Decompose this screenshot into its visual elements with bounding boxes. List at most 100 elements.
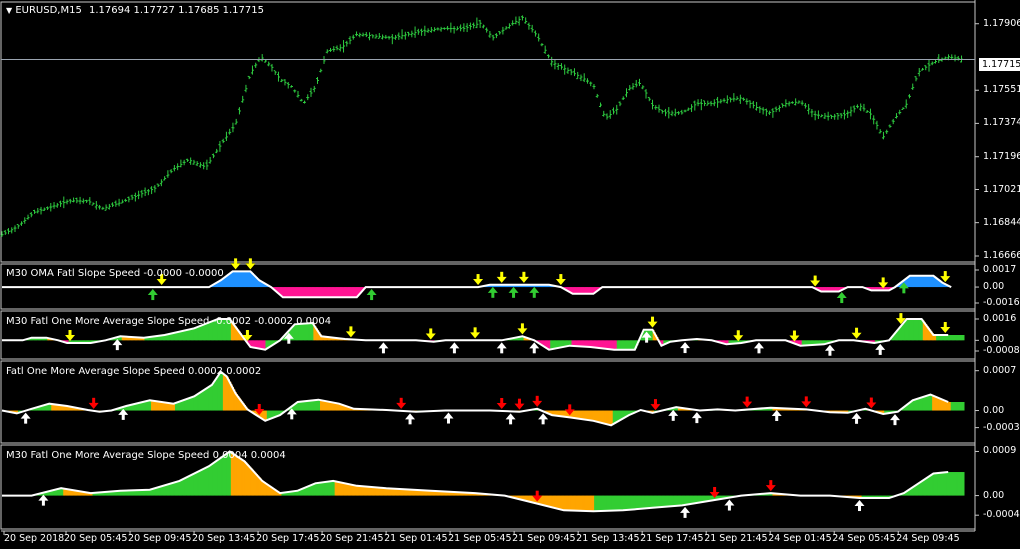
oma-pane-title: M30 OMA Fatl Slope Speed -0.0000 -0.0000: [6, 268, 224, 279]
arrow-up-stem: [41, 499, 45, 506]
indicator-y-tick-label: -0.0004: [983, 509, 1020, 521]
current-price-label: 1.17715: [979, 58, 1020, 71]
arrow-up-stem: [532, 291, 536, 298]
chart-window[interactable]: ▼ EURUSD,M15 1.17694 1.17727 1.17685 1.1…: [0, 0, 1020, 549]
main-y-tick-label: 1.17374: [983, 117, 1020, 129]
arrow-up-stem: [645, 336, 649, 343]
histogram-bar: [962, 402, 965, 411]
x-tick-label: 24 Sep 01:45: [768, 533, 832, 544]
arrow-up-stem: [512, 291, 516, 298]
arrow-down-icon: [555, 279, 566, 286]
arrow-up-stem: [452, 347, 456, 354]
x-tick-label: 20 Sep 2018: [4, 533, 65, 544]
arrow-down-icon: [532, 400, 543, 407]
indicator-y-tick-label: -0.0008: [983, 345, 1020, 356]
m30-fatl-2-pane-title: M30 Fatl One More Average Slope Speed 0.…: [6, 450, 286, 461]
x-tick-label: 21 Sep 01:45: [384, 533, 448, 544]
arrow-down-icon: [765, 485, 776, 492]
histogram-bar: [962, 335, 965, 341]
arrow-up-stem: [381, 347, 385, 354]
dropdown-triangle-icon[interactable]: ▼: [6, 6, 12, 15]
indicator-y-tick-label: 0.00: [983, 334, 1005, 346]
arrow-down-icon: [801, 401, 812, 408]
x-tick-label: 21 Sep 09:45: [512, 533, 576, 544]
arrow-up-stem: [370, 294, 374, 301]
indicator-y-tick-label: -0.0003: [983, 421, 1020, 433]
arrow-down-icon: [650, 404, 661, 411]
arrow-up-stem: [24, 417, 28, 424]
main-y-tick-label: 1.16666: [983, 250, 1020, 261]
arrow-up-stem: [121, 413, 125, 420]
arrow-down-icon: [866, 402, 877, 409]
arrow-down-icon: [496, 276, 507, 283]
x-tick-label: 20 Sep 05:45: [64, 533, 128, 544]
x-tick-label: 20 Sep 21:45: [320, 533, 384, 544]
arrow-up-stem: [878, 348, 882, 355]
arrow-down-icon: [65, 335, 76, 341]
histogram-bar: [962, 472, 965, 496]
arrow-down-icon: [470, 332, 481, 339]
arrow-up-stem: [858, 505, 862, 512]
arrow-down-icon: [473, 279, 484, 286]
main-y-tick-label: 1.17551: [983, 84, 1020, 96]
arrow-down-icon: [810, 280, 821, 287]
arrow-up-stem: [902, 287, 906, 294]
arrow-up-stem: [671, 414, 675, 421]
x-tick-label: 20 Sep 09:45: [128, 533, 192, 544]
arrow-up-stem: [287, 337, 291, 344]
arrow-down-icon: [345, 331, 356, 338]
x-tick-label: 24 Sep 05:45: [832, 533, 896, 544]
arrow-up-stem: [509, 418, 513, 425]
m30-fatl-pane-title: M30 Fatl One More Average Slope Speed -0…: [6, 316, 332, 327]
arrow-up-stem: [695, 417, 699, 424]
x-tick-label: 20 Sep 13:45: [192, 533, 256, 544]
arrow-up-stem: [446, 417, 450, 424]
fatl-pane-title: Fatl One More Average Slope Speed 0.0002…: [6, 366, 262, 377]
x-tick-label: 21 Sep 21:45: [704, 533, 768, 544]
symbol-label: EURUSD,M15: [15, 5, 82, 16]
arrow-down-icon: [496, 402, 507, 409]
arrow-up-stem: [500, 347, 504, 354]
arrow-down-icon: [940, 327, 951, 333]
arrow-up-stem: [893, 419, 897, 426]
x-tick-label: 21 Sep 17:45: [640, 533, 704, 544]
arrow-up-stem: [855, 417, 859, 424]
arrow-up-stem: [757, 347, 761, 354]
x-tick-label: 20 Sep 17:45: [256, 533, 320, 544]
arrow-up-stem: [683, 511, 687, 518]
main-y-tick-label: 1.16844: [983, 216, 1020, 228]
arrow-down-icon: [230, 263, 241, 270]
arrow-up-stem: [727, 504, 731, 511]
x-tick-label: 21 Sep 05:45: [448, 533, 512, 544]
arrow-down-icon: [742, 401, 753, 408]
main-y-tick-label: 1.17196: [983, 150, 1020, 162]
main-y-tick-label: 1.17021: [983, 183, 1020, 195]
x-tick-label: 21 Sep 13:45: [576, 533, 640, 544]
indicator-y-tick-label: -0.0016: [983, 297, 1020, 308]
arrow-up-stem: [828, 349, 832, 356]
arrow-up-stem: [408, 418, 412, 425]
arrow-up-stem: [541, 418, 545, 425]
indicator-y-tick-label: 0.0016: [983, 313, 1017, 324]
arrow-down-icon: [425, 333, 436, 340]
arrow-down-icon: [396, 402, 407, 409]
arrow-up-stem: [683, 347, 687, 354]
ohlc-label: 1.17694 1.17727 1.17685 1.17715: [89, 5, 264, 16]
x-tick-label: 24 Sep 09:45: [896, 533, 960, 544]
arrow-down-icon: [514, 403, 525, 410]
arrow-up-stem: [840, 297, 844, 304]
arrow-up-stem: [775, 414, 779, 421]
indicator-y-tick-label: 0.00: [983, 404, 1005, 416]
indicator-y-tick-label: 0.00: [983, 489, 1005, 501]
indicator-y-tick-label: 0.0007: [983, 364, 1017, 376]
arrow-down-icon: [245, 263, 256, 270]
main-title: ▼ EURUSD,M15 1.17694 1.17727 1.17685 1.1…: [6, 5, 264, 17]
pane-border: [0, 1, 976, 263]
indicator-y-tick-label: 0.0009: [983, 445, 1017, 457]
arrow-down-icon: [88, 402, 99, 409]
arrow-up-stem: [151, 294, 155, 301]
arrow-up-stem: [115, 344, 119, 351]
indicator-y-tick-label: 0.0017: [983, 264, 1017, 275]
arrow-down-icon: [851, 332, 862, 339]
arrow-up-stem: [491, 291, 495, 298]
